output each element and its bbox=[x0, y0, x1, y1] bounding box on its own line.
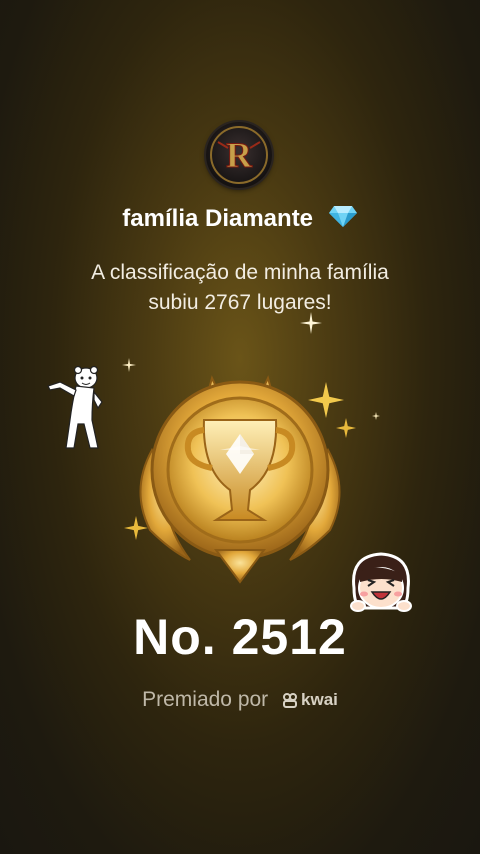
family-name-text: família Diamante bbox=[122, 204, 314, 232]
kwai-logo-icon bbox=[283, 693, 298, 709]
sparkle-icon bbox=[300, 312, 322, 334]
kwai-brand-text: kwai bbox=[301, 690, 338, 710]
trophy-badge-icon bbox=[139, 375, 341, 584]
svg-text:R: R bbox=[226, 135, 253, 175]
kwai-brand: kwai bbox=[282, 690, 338, 710]
rank-number: No. 2512 bbox=[133, 609, 347, 665]
family-logo-icon: R bbox=[210, 126, 268, 184]
family-avatar[interactable]: R bbox=[206, 122, 272, 188]
message-line-2: subiu 2767 lugares! bbox=[148, 291, 332, 314]
diamond-icon bbox=[328, 204, 358, 235]
family-name: família Diamante bbox=[0, 204, 480, 235]
laughing-face-sticker bbox=[350, 552, 412, 612]
dancing-bear-sticker bbox=[47, 365, 103, 449]
message-line-1: A classificação de minha família bbox=[91, 261, 389, 284]
awarded-by: Premiado por kwai bbox=[0, 688, 480, 712]
awarded-by-label: Premiado por bbox=[142, 688, 269, 711]
sparkle-icon bbox=[372, 412, 380, 420]
rank-up-message: A classificação de minha família subiu 2… bbox=[40, 258, 440, 318]
